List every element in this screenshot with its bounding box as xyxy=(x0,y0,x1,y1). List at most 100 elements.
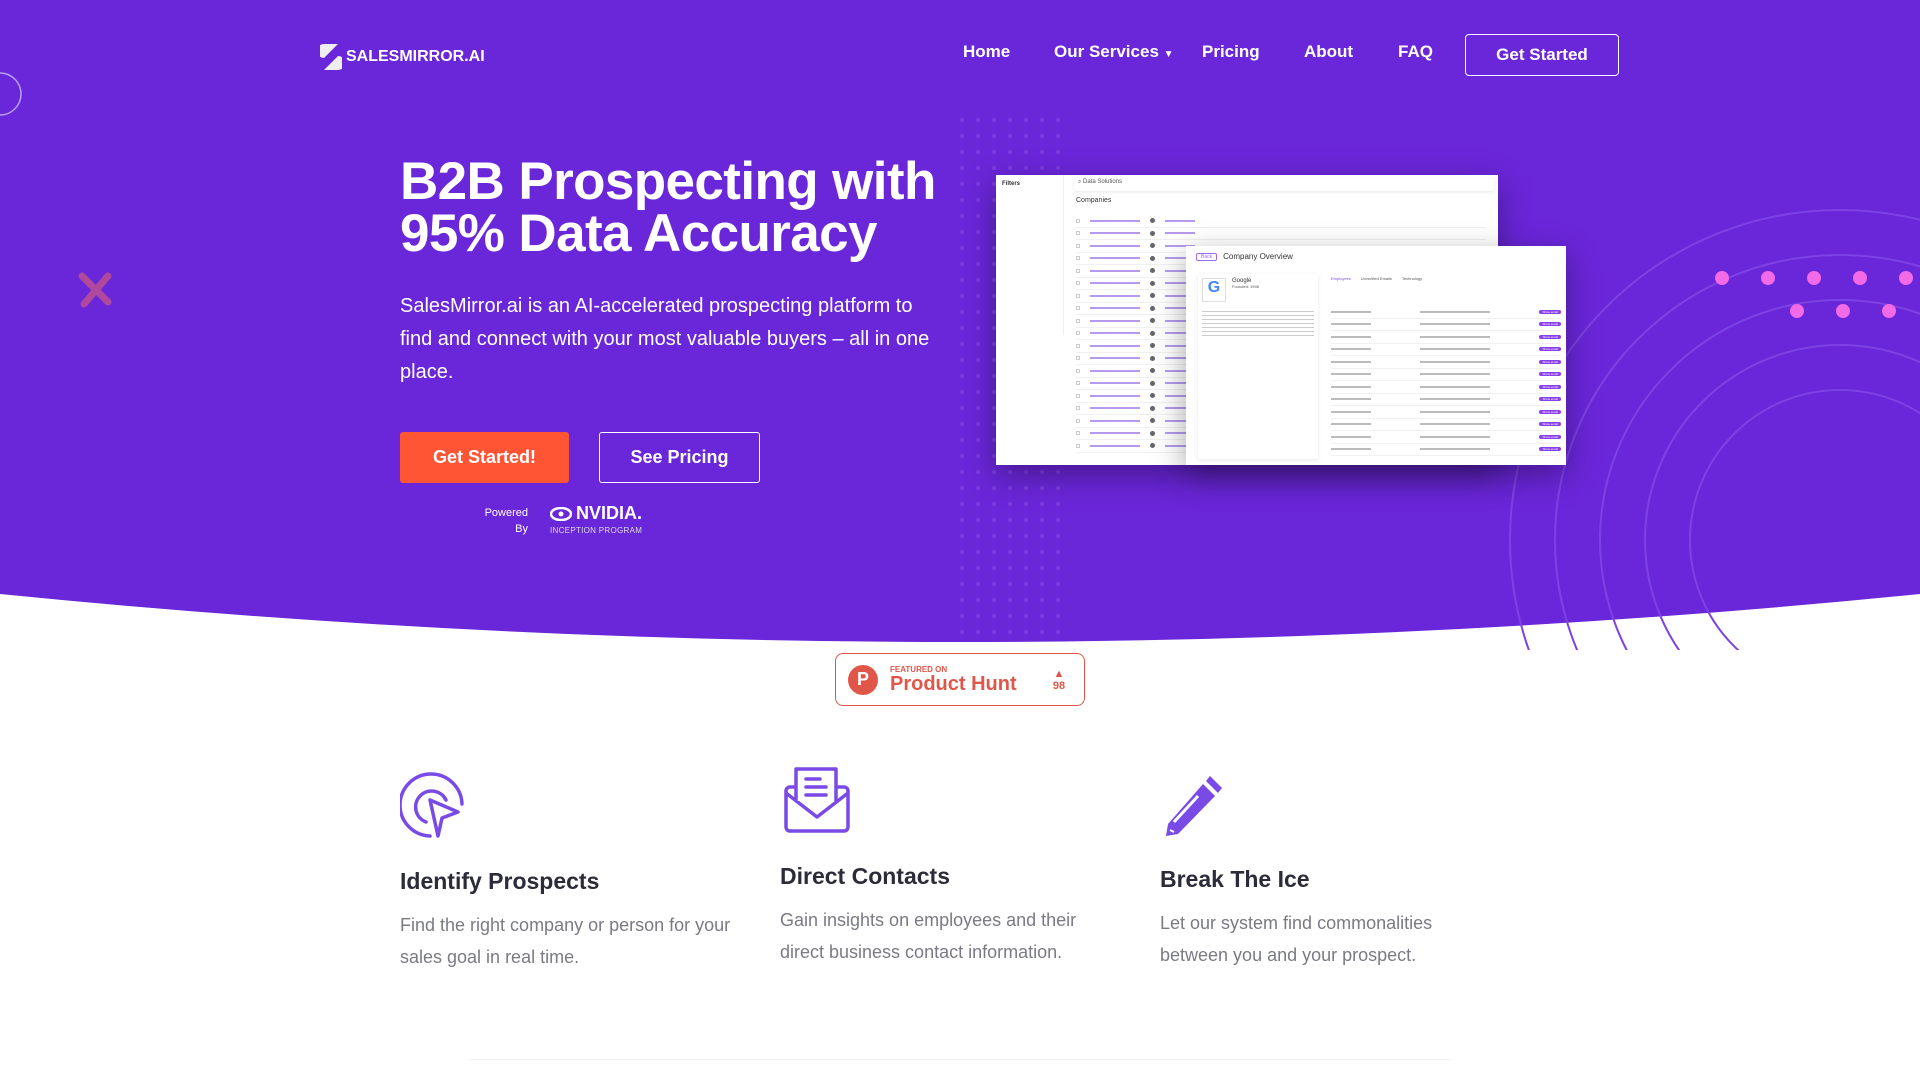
feature-title: Break The Ice xyxy=(1160,866,1310,892)
pink-dot xyxy=(1882,304,1896,318)
grid-dot xyxy=(1056,502,1060,506)
grid-dot xyxy=(960,358,964,362)
grid-dot xyxy=(976,134,980,138)
grid-dot xyxy=(976,214,980,218)
grid-dot xyxy=(976,614,980,618)
nav-pricing[interactable]: Pricing xyxy=(1202,42,1260,62)
grid-dot xyxy=(1008,166,1012,170)
grid-dot xyxy=(1040,470,1044,474)
grid-dot xyxy=(1008,502,1012,506)
hero-description: SalesMirror.ai is an AI-accelerated pros… xyxy=(400,295,930,383)
grid-dot xyxy=(992,134,996,138)
grid-dot xyxy=(1056,582,1060,586)
pink-dot xyxy=(1899,271,1913,285)
mock-filters-label: Filters xyxy=(1002,181,1021,187)
pink-dot xyxy=(1836,304,1850,318)
grid-dot xyxy=(1008,118,1012,122)
inception-program-label: INCEPTION PROGRAM xyxy=(550,526,643,535)
product-hunt-badge[interactable]: P FEATURED ON Product Hunt ▲ 98 xyxy=(835,653,1085,706)
pencil-icon xyxy=(1166,776,1222,836)
grid-dot xyxy=(1056,134,1060,138)
feature-description: Let our system find commonalities betwee… xyxy=(1160,913,1433,965)
grid-dot xyxy=(960,342,964,346)
grid-dot xyxy=(976,454,980,458)
grid-dot xyxy=(1056,118,1060,122)
grid-dot xyxy=(976,118,980,122)
nav-home[interactable]: Home xyxy=(963,42,1010,62)
mock-tab-technology: Technology xyxy=(1401,276,1423,281)
grid-dot xyxy=(960,198,964,202)
get-started-button[interactable]: Get Started! xyxy=(400,432,569,483)
caret-down-icon: ▼ xyxy=(1163,49,1174,60)
grid-dot xyxy=(1056,566,1060,570)
mock-employee-row: Show email xyxy=(1331,381,1561,394)
upvote-triangle-icon: ▲ xyxy=(1053,667,1065,680)
mock-show-email-button: Show email xyxy=(1539,447,1561,452)
grid-dot xyxy=(1024,614,1028,618)
mock-show-email-button: Show email xyxy=(1539,422,1561,427)
grid-dot xyxy=(960,518,964,522)
grid-dot xyxy=(960,262,964,266)
grid-dot xyxy=(960,166,964,170)
nvidia-wordmark: NVIDIA. xyxy=(576,503,643,523)
grid-dot xyxy=(1024,502,1028,506)
hero-title: B2B Prospecting with 95% Data Accuracy xyxy=(400,155,936,260)
ph-name: Product Hunt xyxy=(890,673,1017,695)
grid-dot xyxy=(1008,486,1012,490)
grid-dot xyxy=(960,422,964,426)
grid-dot xyxy=(976,310,980,314)
grid-dot xyxy=(992,118,996,122)
nav-about[interactable]: About xyxy=(1304,42,1353,62)
grid-dot xyxy=(976,166,980,170)
logo-s-icon xyxy=(320,44,342,70)
mock-show-email-button: Show email xyxy=(1539,397,1561,402)
pink-dot xyxy=(1715,271,1729,285)
grid-dot xyxy=(976,502,980,506)
grid-dot xyxy=(992,566,996,570)
grid-dot xyxy=(1040,502,1044,506)
see-pricing-button[interactable]: See Pricing xyxy=(599,432,760,483)
logo[interactable]: SALESMIRROR.AI xyxy=(320,42,485,72)
grid-dot xyxy=(992,630,996,634)
grid-dot xyxy=(1008,550,1012,554)
grid-dot xyxy=(960,278,964,282)
grid-dot xyxy=(1040,486,1044,490)
grid-dot xyxy=(992,166,996,170)
section-divider xyxy=(470,1059,1450,1060)
mock-employee-row: Show email xyxy=(1331,331,1561,344)
grid-dot xyxy=(1056,150,1060,154)
mock-show-email-button: Show email xyxy=(1539,347,1561,352)
grid-dot xyxy=(1008,598,1012,602)
hero-section xyxy=(0,0,1920,650)
grid-dot xyxy=(1040,614,1044,618)
grid-dot xyxy=(976,182,980,186)
grid-dot xyxy=(1040,534,1044,538)
grid-dot xyxy=(1008,582,1012,586)
nav-get-started-button[interactable]: Get Started xyxy=(1465,34,1619,76)
grid-dot xyxy=(976,390,980,394)
grid-dot xyxy=(1024,518,1028,522)
grid-dot xyxy=(976,566,980,570)
mock-tab-unverified-emails: Unverified Emails xyxy=(1360,276,1392,281)
nav-faq[interactable]: FAQ xyxy=(1398,42,1433,62)
grid-dot xyxy=(960,470,964,474)
pink-dot xyxy=(1807,271,1821,285)
nav-our-services[interactable]: Our Services ▼ xyxy=(1054,42,1174,62)
grid-dot xyxy=(1024,118,1028,122)
grid-dot xyxy=(976,582,980,586)
grid-dot xyxy=(976,518,980,522)
grid-dot xyxy=(1008,566,1012,570)
grid-dot xyxy=(1056,614,1060,618)
grid-dot xyxy=(976,278,980,282)
grid-dot xyxy=(1040,550,1044,554)
grid-dot xyxy=(1008,614,1012,618)
grid-dot xyxy=(1024,134,1028,138)
mock-search-value: Data Solutions xyxy=(1083,179,1123,185)
mock-overview-title: Company Overview xyxy=(1223,252,1293,261)
grid-dot xyxy=(976,422,980,426)
grid-dot xyxy=(976,374,980,378)
ph-vote-count: 98 xyxy=(1052,679,1066,692)
grid-dot xyxy=(976,326,980,330)
grid-dot xyxy=(976,262,980,266)
mock-company-row xyxy=(1076,228,1486,240)
